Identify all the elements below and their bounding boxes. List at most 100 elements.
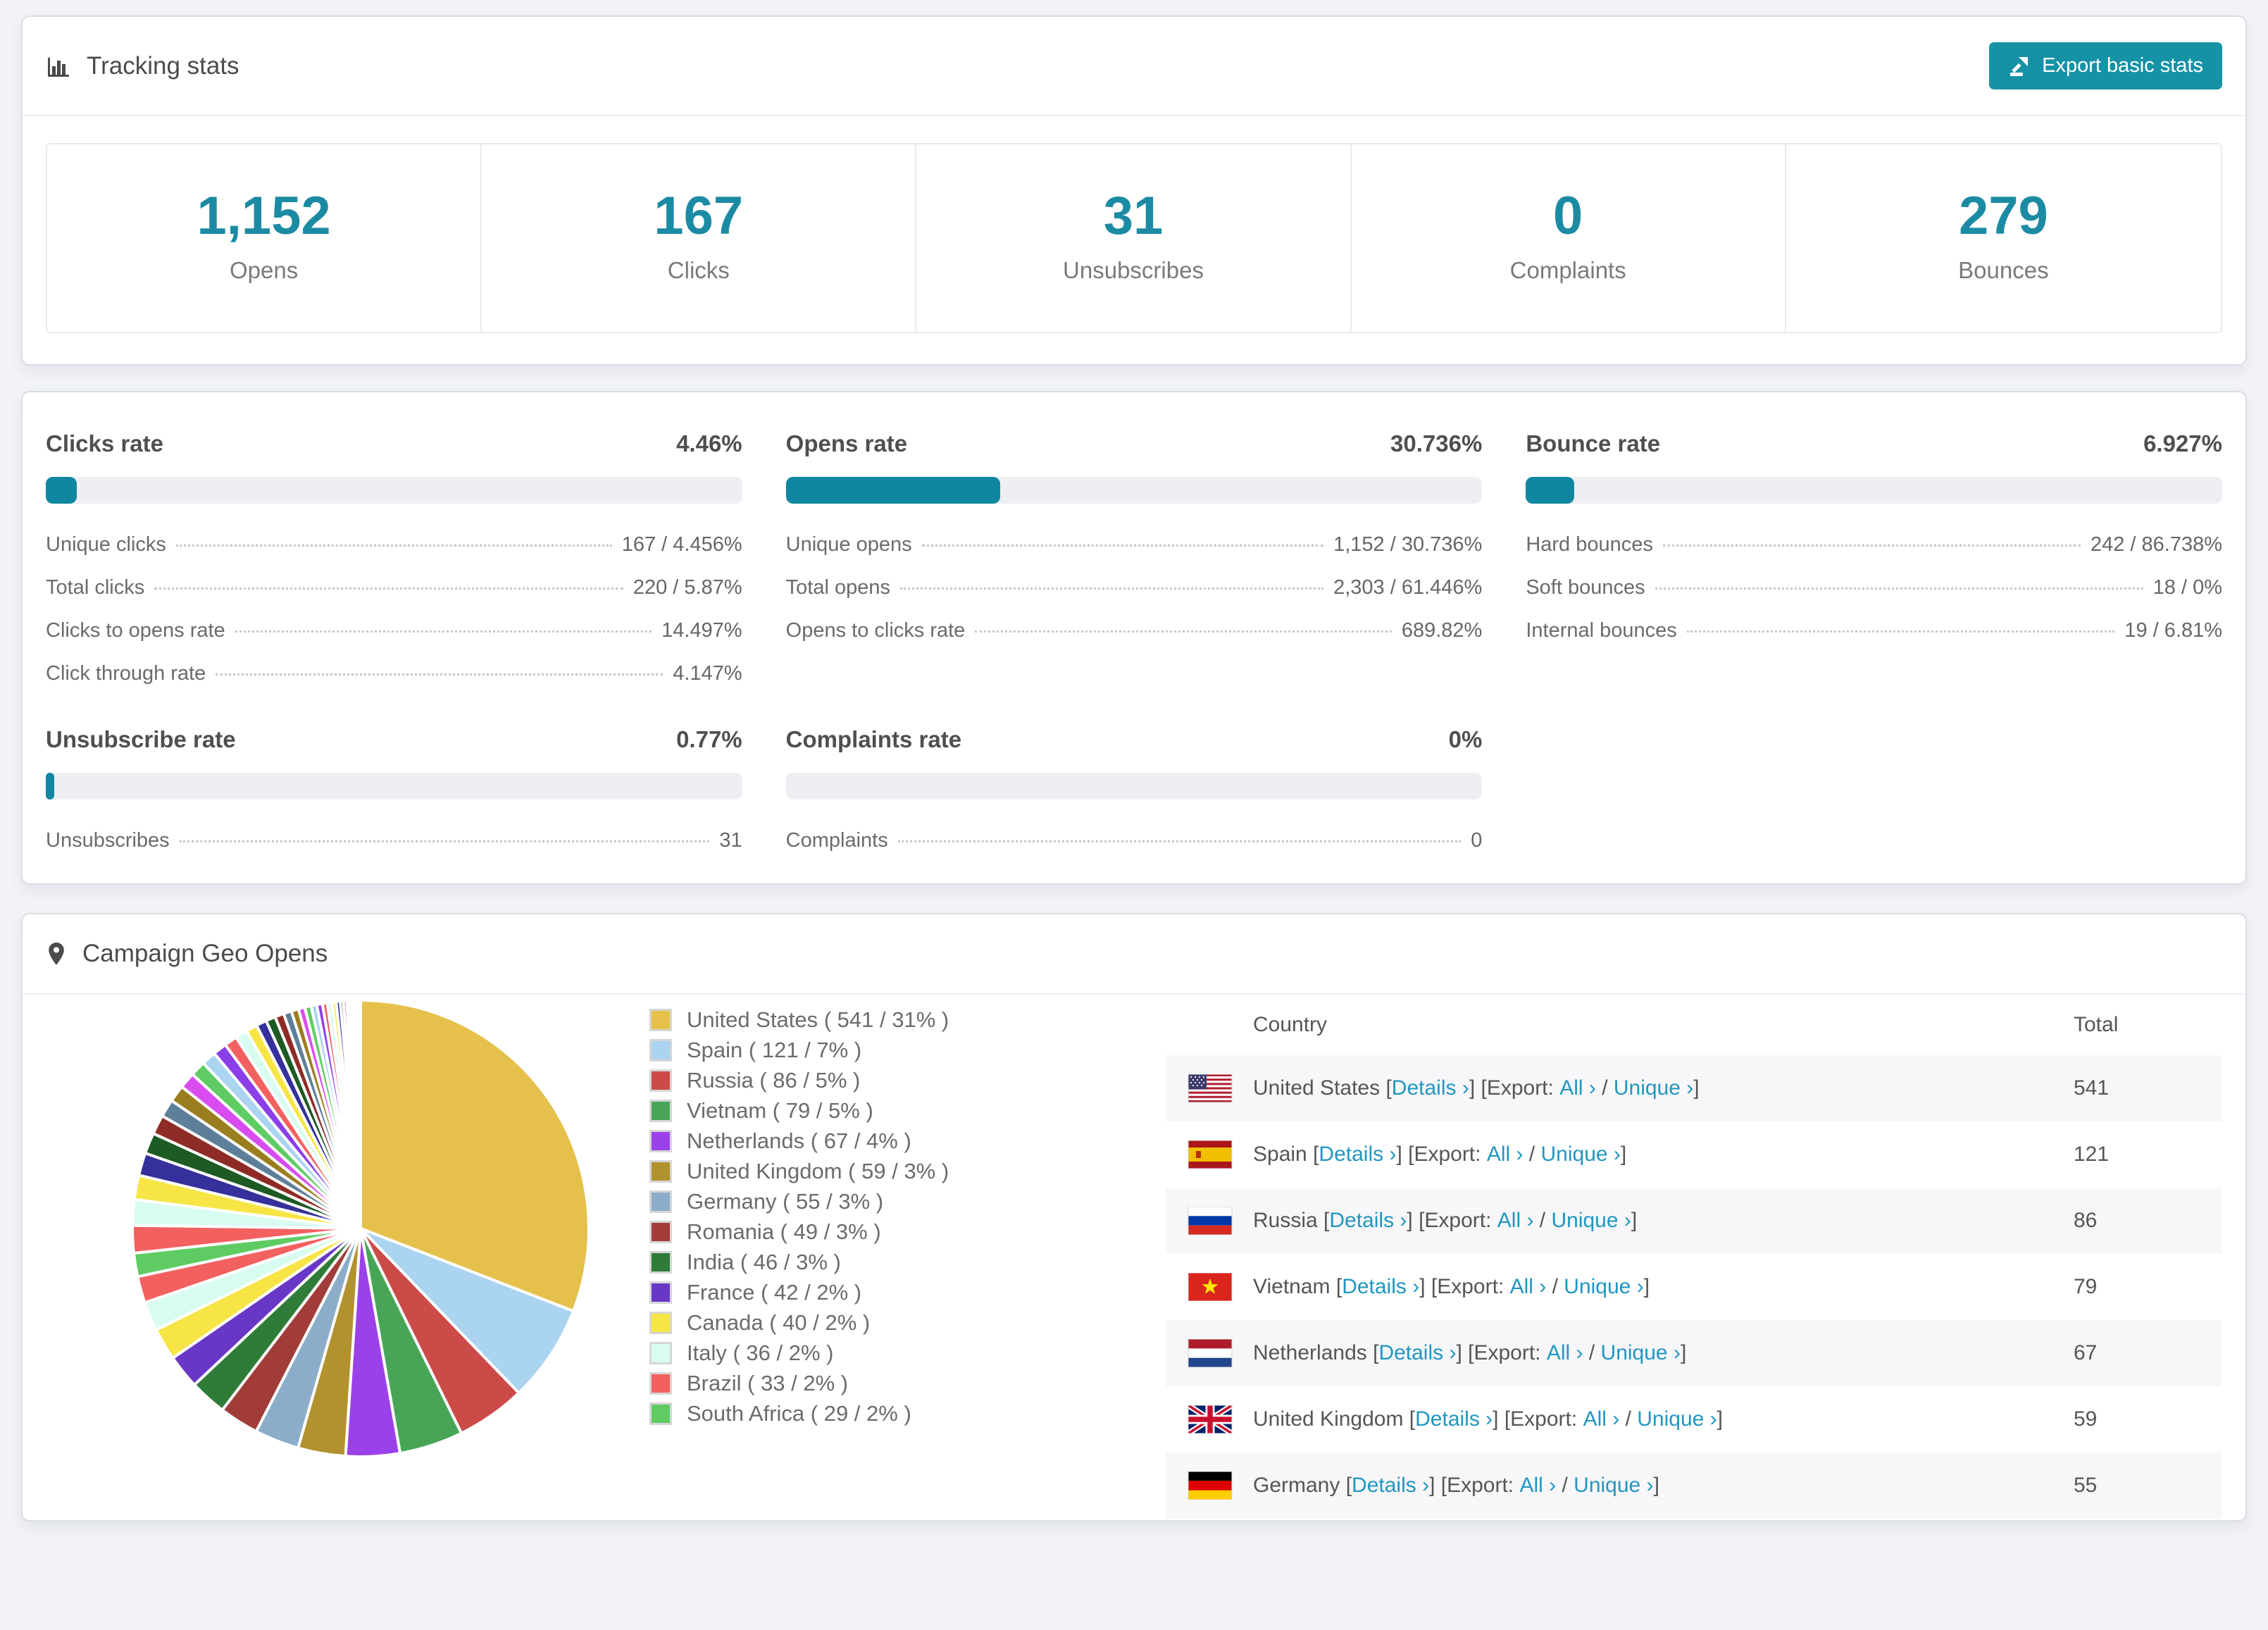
geo-legend: United States ( 541 / 31% ) Spain ( 121 /… [649, 1004, 949, 1429]
export-all-link[interactable]: All › [1547, 1341, 1583, 1365]
flag-ru-icon [1187, 1207, 1233, 1235]
legend-item: Spain ( 121 / 7% ) [649, 1035, 949, 1065]
bracket-close: ] [1620, 1143, 1627, 1166]
export-basic-stats-button[interactable]: Export basic stats [1989, 42, 2222, 89]
export-unique-link[interactable]: Unique › [1551, 1209, 1631, 1233]
legend-item: United Kingdom ( 59 / 3% ) [649, 1156, 949, 1186]
country-cell: Russia [Details ›] [Export: All › / Uniq… [1187, 1207, 2074, 1235]
stat-box-clicks: 167 Clicks [482, 144, 917, 332]
bracket-text: ] [Export: [1419, 1275, 1510, 1298]
export-all-link[interactable]: All › [1497, 1209, 1534, 1233]
flag-gb-icon [1187, 1405, 1233, 1433]
total-cell: 86 [2074, 1209, 2098, 1232]
stat-box-unsubscribes: 31 Unsubscribes [916, 144, 1352, 332]
slash-text: / [1546, 1275, 1564, 1298]
slash-text: / [1556, 1474, 1574, 1497]
rate-detail-label: Click through rate [46, 662, 206, 685]
flag-es-icon [1187, 1140, 1233, 1169]
details-link[interactable]: Details › [1352, 1474, 1429, 1498]
page-title: Tracking stats [87, 51, 239, 80]
details-link[interactable]: Details › [1392, 1076, 1469, 1100]
geo-title-wrap: Campaign Geo Opens [46, 940, 328, 968]
rate-detail-value: 0 [1471, 829, 1483, 852]
legend-item: Canada ( 40 / 2% ) [649, 1307, 949, 1338]
legend-item: Netherlands ( 67 / 4% ) [649, 1126, 949, 1156]
dotted-leader [1686, 630, 2115, 633]
dotted-leader [235, 630, 652, 633]
stat-value: 0 [1553, 186, 1583, 246]
rate-detail-label: Total clicks [46, 576, 145, 599]
dotted-leader [975, 630, 1392, 633]
export-unique-link[interactable]: Unique › [1541, 1143, 1621, 1166]
details-link[interactable]: Details › [1342, 1275, 1419, 1299]
legend-item: Romania ( 49 / 3% ) [649, 1217, 949, 1247]
legend-item: United States ( 541 / 31% ) [649, 1004, 949, 1035]
details-link[interactable]: Details › [1378, 1341, 1456, 1365]
legend-item: Italy ( 36 / 2% ) [649, 1338, 949, 1368]
stat-value: 31 [1103, 186, 1164, 246]
country-name: Netherlands [ [1253, 1341, 1379, 1364]
total-cell: 541 [2074, 1076, 2110, 1100]
country-cell: United States [Details ›] [Export: All ›… [1187, 1074, 2074, 1102]
country-column-header: Country [1253, 1013, 1328, 1036]
export-all-link[interactable]: All › [1583, 1407, 1620, 1431]
table-row-nl: Netherlands [Details ›] [Export: All › /… [1166, 1320, 2222, 1386]
dotted-leader [899, 587, 1324, 590]
bracket-close: ] [1680, 1341, 1687, 1364]
geo-title: Campaign Geo Opens [82, 940, 328, 967]
table-row-us: United States [Details ›] [Export: All ›… [1166, 1055, 2222, 1121]
stat-box-opens: 1,152 Opens [47, 144, 482, 332]
details-link[interactable]: Details › [1319, 1143, 1396, 1166]
rate-progress-fill [1526, 477, 1574, 504]
country-name: United Kingdom [ [1253, 1407, 1416, 1431]
dotted-leader [921, 545, 1324, 547]
rate-detail-row: Internal bounces 19 / 6.81% [1526, 619, 2222, 642]
export-all-link[interactable]: All › [1487, 1143, 1524, 1166]
rate-value: 6.927% [2143, 430, 2222, 456]
legend-label: France ( 42 / 2% ) [687, 1279, 862, 1305]
table-row-gb: United Kingdom [Details ›] [Export: All … [1166, 1386, 2222, 1452]
rate-detail-label: Complaints [785, 829, 888, 852]
legend-label: Brazil ( 33 / 2% ) [687, 1370, 849, 1395]
export-unique-link[interactable]: Unique › [1564, 1275, 1643, 1299]
export-all-link[interactable]: All › [1519, 1474, 1556, 1498]
stat-label: Bounces [1958, 257, 2049, 283]
table-row-de: Germany [Details ›] [Export: All › / Uni… [1166, 1452, 2222, 1519]
export-unique-link[interactable]: Unique › [1601, 1341, 1681, 1365]
legend-label: United Kingdom ( 59 / 3% ) [687, 1158, 949, 1183]
rate-detail-value: 2,303 / 61.446% [1333, 576, 1483, 599]
export-unique-link[interactable]: Unique › [1637, 1407, 1716, 1431]
legend-label: South Africa ( 29 / 2% ) [687, 1400, 911, 1426]
details-link[interactable]: Details › [1415, 1407, 1493, 1431]
table-row-es: Spain [Details ›] [Export: All › / Uniqu… [1166, 1121, 2222, 1188]
total-cell: 79 [2074, 1275, 2098, 1298]
dotted-leader [179, 840, 710, 842]
legend-item: India ( 46 / 3% ) [649, 1247, 949, 1277]
export-unique-link[interactable]: Unique › [1574, 1474, 1653, 1498]
legend-item: Brazil ( 33 / 2% ) [649, 1368, 949, 1398]
export-unique-link[interactable]: Unique › [1614, 1076, 1693, 1100]
table-row-ru: Russia [Details ›] [Export: All › / Uniq… [1166, 1188, 2222, 1254]
rate-detail-label: Unique opens [785, 533, 912, 556]
rate-value: 0.77% [676, 726, 742, 752]
rate-detail-value: 167 / 4.456% [621, 533, 742, 556]
legend-color-chip [649, 1281, 672, 1304]
export-all-link[interactable]: All › [1559, 1076, 1596, 1100]
legend-label: United States ( 541 / 31% ) [687, 1007, 949, 1032]
rate-value: 4.46% [676, 430, 742, 456]
rate-detail-value: 14.497% [661, 619, 742, 642]
country-cell: Netherlands [Details ›] [Export: All › /… [1187, 1339, 2074, 1367]
details-link[interactable]: Details › [1329, 1209, 1407, 1233]
bracket-close: ] [1693, 1076, 1700, 1100]
rate-title: Unsubscribe rate [46, 726, 236, 752]
legend-label: Vietnam ( 79 / 5% ) [687, 1097, 873, 1123]
export-all-link[interactable]: All › [1510, 1275, 1547, 1299]
rate-value: 0% [1448, 726, 1483, 752]
geo-table-header: Country Total [1166, 995, 2222, 1055]
rate-detail-value: 220 / 5.87% [633, 576, 742, 599]
rate-detail-row: Unique opens 1,152 / 30.736% [786, 533, 1483, 556]
bracket-close: ] [1716, 1407, 1723, 1431]
rate-progress-track [785, 477, 1483, 504]
country-name: United States [ [1253, 1076, 1392, 1100]
stat-box-bounces: 279 Bounces [1786, 144, 2221, 332]
